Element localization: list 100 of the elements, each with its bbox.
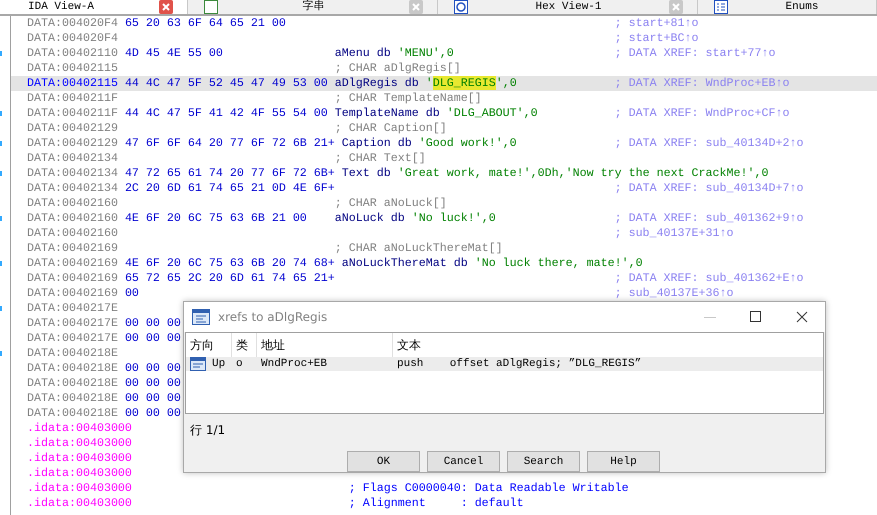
xref-comment: ; sub_40137E+31↑o bbox=[614, 226, 734, 240]
line-address: DATA:0040218E bbox=[27, 346, 118, 360]
section-comment: ; Flags C0000040: Data Readable Writable bbox=[348, 481, 629, 495]
xref-comment: ; DATA XREF: sub_401362+9↑o bbox=[614, 211, 804, 225]
list-icon bbox=[714, 0, 728, 14]
line-address: DATA:00402169 bbox=[27, 256, 118, 270]
code-text: TemplateName db 'DLG_ABOUT',0 bbox=[334, 106, 538, 120]
hex-bytes: 44 4C 47 5F 41 42 4F 55 54 00 bbox=[124, 106, 328, 120]
code-text: Text db 'Great work, mate!',0Dh,'Now try the next CrackMe!',0 bbox=[342, 166, 768, 180]
code-comment: ; CHAR TemplateName[] bbox=[334, 91, 482, 105]
hex-bytes: 00 00 00 bbox=[124, 391, 181, 405]
hex-bytes: 65 72 65 2C 20 6D 61 74 65 21+ bbox=[124, 271, 335, 285]
line-address: DATA:00402160 bbox=[27, 196, 118, 210]
hex-bytes: 00 00 00 bbox=[124, 316, 181, 330]
line-address: DATA:0040218E bbox=[27, 376, 118, 390]
code-comment: ; CHAR Caption[] bbox=[334, 121, 447, 135]
hex-bytes: 00 00 00 bbox=[124, 331, 181, 345]
hex-bytes: 00 00 00 bbox=[124, 361, 181, 375]
line-address: DATA:00402110 bbox=[27, 46, 118, 60]
xref-comment: ; DATA XREF: sub_401362+E↑o bbox=[614, 271, 804, 285]
code-comment: ; CHAR aNoLuck[] bbox=[334, 196, 447, 210]
code-text: aNoLuck db 'No luck!',0 bbox=[334, 211, 496, 225]
tab-label: Hex View-1 bbox=[534, 0, 602, 14]
xref-comment: ; start+81↑o bbox=[614, 16, 699, 30]
hex-bytes: 4E 6F 20 6C 75 63 6B 21 00 bbox=[124, 211, 307, 225]
line-address: DATA:00402115 bbox=[27, 61, 118, 75]
line-address: DATA:00402134 bbox=[27, 181, 118, 195]
xref-comment: ; DATA XREF: WndProc+CF↑o bbox=[614, 106, 790, 120]
hex-bytes: 4D 45 4E 55 00 bbox=[124, 46, 223, 60]
line-address: DATA:00402129 bbox=[27, 121, 118, 135]
section-comment: ; Alignment : default bbox=[348, 496, 524, 510]
xref-comment: ; sub_40137E+36↑o bbox=[614, 286, 734, 300]
line-address: .idata:00403000 bbox=[27, 496, 132, 510]
xref-icon bbox=[190, 357, 206, 371]
line-address: DATA:00402169 bbox=[27, 271, 118, 285]
line-address: DATA:0040217E bbox=[27, 331, 118, 345]
line-address: DATA:0040217E bbox=[27, 301, 118, 315]
xref-type: o bbox=[236, 358, 243, 370]
xref-address: WndProc+EB bbox=[261, 358, 328, 370]
xref-direction: Up bbox=[212, 358, 226, 370]
line-address: DATA:004020F4 bbox=[27, 31, 118, 45]
tab[interactable]: IDA View-A bbox=[0, 0, 188, 14]
code-comment: ; CHAR aDlgRegis[] bbox=[334, 61, 461, 75]
line-address: DATA:0040211F bbox=[27, 91, 118, 105]
xref-comment: ; DATA XREF: WndProc+EB↑o bbox=[614, 76, 790, 90]
hex-bytes: 00 bbox=[124, 286, 139, 300]
line-address: DATA:0040218E bbox=[27, 391, 118, 405]
xref-row[interactable]: Up o WndProc+EB push offset aDlgRegis; ”DLG_REGIS” bbox=[186, 357, 823, 371]
hex-bytes: 47 6F 6F 64 20 77 6F 72 6B 21+ bbox=[124, 136, 335, 150]
line-address: DATA:0040218E bbox=[27, 406, 118, 420]
column-header[interactable]: 文本 bbox=[393, 333, 823, 357]
xref-comment: ; start+BC↑o bbox=[614, 31, 699, 45]
line-address: .idata:00403000 bbox=[27, 481, 132, 495]
hex-bytes: 00 00 00 bbox=[124, 406, 181, 420]
dialog-title: xrefs to aDlgRegis bbox=[218, 310, 328, 324]
code-text: aNoLuckThereMat db 'No luck there, mate!',0 bbox=[342, 256, 643, 270]
line-address: .idata:00403000 bbox=[27, 466, 132, 480]
close-icon[interactable] bbox=[159, 0, 173, 14]
line-address: DATA:00402134 bbox=[27, 151, 118, 165]
line-address: DATA:00402129 bbox=[27, 136, 118, 150]
dialog-button[interactable]: Help bbox=[587, 451, 660, 472]
code-comment: ; CHAR Text[] bbox=[334, 151, 426, 165]
xref-text: push offset aDlgRegis; ”DLG_REGIS” bbox=[397, 358, 642, 370]
line-address: DATA:00402134 bbox=[27, 166, 118, 180]
status-text: 行 1/1 bbox=[189, 422, 226, 439]
app-icon bbox=[192, 309, 210, 325]
xref-comment: ; DATA XREF: sub_40134D+2↑o bbox=[614, 136, 804, 150]
hex-bytes: 65 20 63 6F 64 65 21 00 bbox=[124, 16, 286, 30]
code-text: aMenu db 'MENU',0 bbox=[334, 46, 454, 60]
line-address: DATA:00402169 bbox=[27, 241, 118, 255]
xref-comment: ; DATA XREF: start+77↑o bbox=[614, 46, 776, 60]
hex-bytes: 4E 6F 20 6C 75 63 6B 20 74 68+ bbox=[124, 256, 335, 270]
hex-bytes: 00 00 00 bbox=[124, 376, 181, 390]
line-address: .idata:00403000 bbox=[27, 436, 132, 450]
line-address: DATA:0040217E bbox=[27, 316, 118, 330]
code-comment: ; CHAR aNoLuckThereMat[] bbox=[334, 241, 503, 255]
line-address: DATA:00402160 bbox=[27, 211, 118, 225]
tab-label: Enums bbox=[784, 0, 820, 14]
xref-comment: ; DATA XREF: sub_40134D+7↑o bbox=[614, 181, 804, 195]
line-address: DATA:00402169 bbox=[27, 286, 118, 300]
tab[interactable]: Hex View-1 bbox=[438, 0, 698, 14]
line-address: DATA:00402115 bbox=[27, 76, 118, 90]
line-address: DATA:00402160 bbox=[27, 226, 118, 240]
code-text: Caption db 'Good work!',0 bbox=[342, 136, 517, 150]
hex-bytes: 44 4C 47 5F 52 45 47 49 53 00 bbox=[124, 76, 328, 90]
tab[interactable]: 字串 bbox=[188, 0, 438, 14]
line-address: DATA:0040218E bbox=[27, 361, 118, 375]
tab-label: IDA View-A bbox=[28, 0, 96, 14]
line-address: DATA:004020F4 bbox=[27, 16, 118, 30]
hex-bytes: 47 72 65 61 74 20 77 6F 72 6B+ bbox=[124, 166, 335, 180]
tab[interactable]: Enums bbox=[698, 0, 877, 14]
code-text: aDlgRegis db 'DLG_REGIS',0 bbox=[334, 76, 517, 90]
tab-label: 字串 bbox=[302, 0, 326, 14]
line-address: .idata:00403000 bbox=[27, 421, 132, 435]
hex-bytes: 2C 20 6D 61 74 65 21 0D 4E 6F+ bbox=[124, 181, 335, 195]
line-address: .idata:00403000 bbox=[27, 451, 132, 465]
dialog-button[interactable]: Cancel bbox=[427, 451, 500, 472]
dialog-button[interactable]: Search bbox=[507, 451, 580, 472]
line-address: DATA:0040211F bbox=[27, 106, 118, 120]
dialog-button[interactable]: OK bbox=[347, 451, 420, 472]
